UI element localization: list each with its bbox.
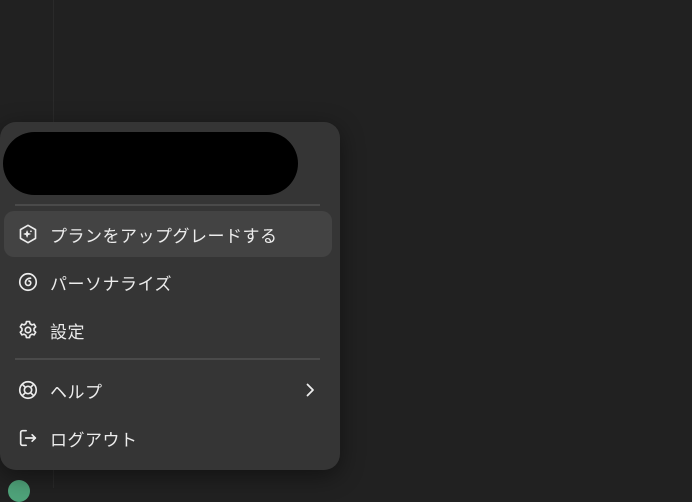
help-menu-item[interactable]: ヘルプ [4,367,332,413]
avatar[interactable] [8,480,30,502]
menu-item-label: プランをアップグレードする [50,226,278,247]
personalize-icon [16,270,40,294]
lifebuoy-icon [16,378,40,402]
settings-menu-item[interactable]: 設定 [4,307,332,353]
personalize-menu-item[interactable]: パーソナライズ [4,259,332,305]
gear-icon [16,318,40,342]
menu-divider [15,204,320,206]
logout-icon [16,426,40,450]
account-menu: プランをアップグレードする パーソナライズ 設定 ヘルプ ログアウト [0,122,340,470]
menu-divider [15,358,320,360]
menu-item-label: ログアウト [50,430,138,451]
menu-item-label: ヘルプ [50,382,103,403]
menu-item-label: 設定 [50,322,85,343]
upgrade-plan-menu-item[interactable]: プランをアップグレードする [4,211,332,257]
menu-item-label: パーソナライズ [50,274,172,295]
upgrade-sparkle-icon [16,222,40,246]
chevron-right-icon [300,380,320,400]
account-info-redacted[interactable] [3,132,298,195]
logout-menu-item[interactable]: ログアウト [4,415,332,461]
